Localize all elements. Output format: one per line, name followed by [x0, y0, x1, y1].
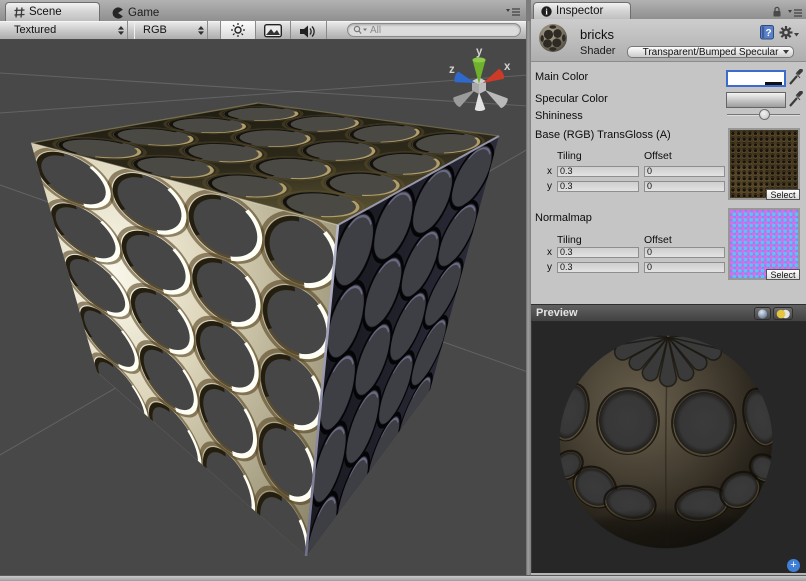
svg-text:z: z [449, 64, 455, 76]
svg-text:?: ? [766, 28, 772, 39]
svg-text:x: x [504, 61, 511, 73]
svg-text:y: y [476, 46, 483, 58]
